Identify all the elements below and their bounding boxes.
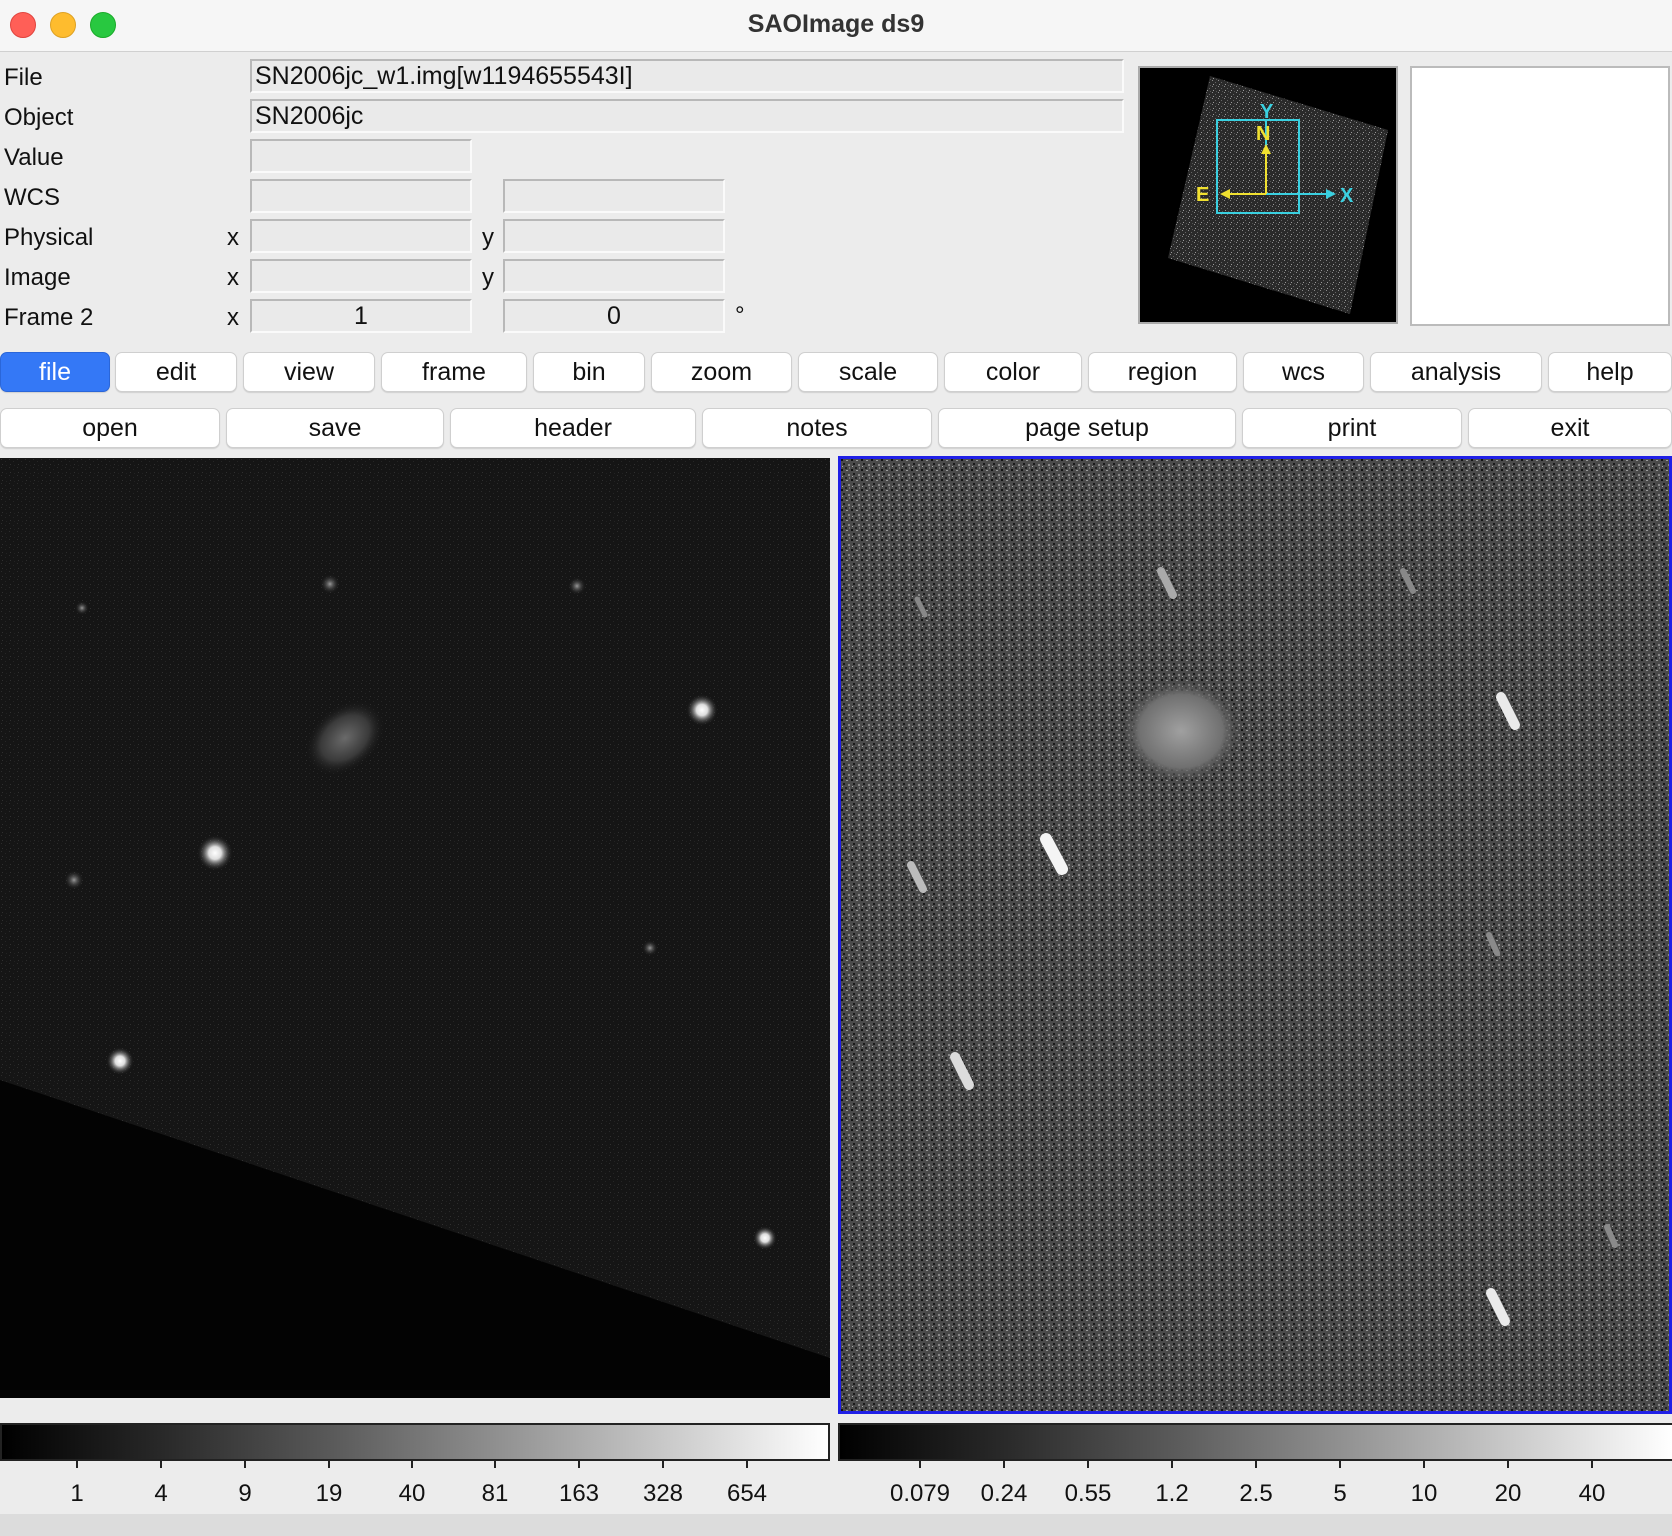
physical-x-axis-label: x [227,224,239,251]
colorbar-frame-2[interactable] [838,1423,1672,1461]
panner-north-label: N [1256,123,1270,145]
menu-edit-button[interactable]: edit [115,352,237,392]
colorbar-1-tick-label: 19 [315,1480,343,1507]
colorbar-1-tick-label: 81 [481,1480,509,1507]
menu-wcs-button[interactable]: wcs [1243,352,1364,392]
physical-y-field [503,219,725,253]
window-title: SAOImage ds9 [747,10,925,38]
frame-1-image [0,458,830,1398]
colorbar-2-tick-label: 40 [1578,1480,1606,1507]
image-frame-2[interactable] [838,456,1672,1414]
panner-thumbnail: Y N E X [1168,76,1388,314]
frame-x-axis-label: x [227,304,239,331]
menu-frame-button[interactable]: frame [381,352,527,392]
physical-x-field [250,219,472,253]
physical-y-axis-label: y [482,224,494,251]
panner-y-label: Y [1260,101,1274,123]
colorbar-1-tick-label: 4 [154,1480,168,1507]
notes-button[interactable]: notes [702,408,932,448]
colorbar-2-tick-label: 0.55 [1064,1480,1112,1507]
file-label: File [4,64,43,91]
object-label: Object [4,104,74,131]
image-x-field [250,259,472,293]
colorbar-1-tick-label: 9 [238,1480,252,1507]
file-field: SN2006jc_w1.img[w1194655543I] [250,59,1124,93]
frame-zoom-field: 1 [250,299,472,333]
exit-button[interactable]: exit [1468,408,1672,448]
frame-label: Frame 2 [4,304,94,331]
open-button[interactable]: open [0,408,220,448]
menu-view-button[interactable]: view [243,352,375,392]
value-label: Value [4,144,64,171]
colorbar-1-tick-label: 163 [558,1480,600,1507]
save-button[interactable]: save [226,408,444,448]
panner-x-label: X [1340,185,1354,207]
physical-label: Physical [4,224,94,251]
colorbar-2-tick-label: 20 [1494,1480,1522,1507]
colorbar-frame-1[interactable] [0,1423,830,1461]
menu-file-button[interactable]: file [0,352,110,392]
value-field [250,139,472,173]
object-field: SN2006jc [250,99,1124,133]
frame-angle-field: 0 [503,299,725,333]
menu-region-button[interactable]: region [1088,352,1237,392]
colorbar-2-tick-label: 10 [1410,1480,1438,1507]
panner-east-label: E [1196,184,1209,206]
galaxy-feature-stretched [1121,679,1241,783]
menu-bin-button[interactable]: bin [533,352,645,392]
header-button[interactable]: header [450,408,696,448]
menu-scale-button[interactable]: scale [798,352,938,392]
menu-help-button[interactable]: help [1548,352,1672,392]
menu-analysis-button[interactable]: analysis [1370,352,1542,392]
degree-symbol: ° [735,302,745,329]
panner[interactable]: Y N E X [1138,66,1398,324]
colorbar-2-tick-label: 2.5 [1239,1480,1273,1507]
wcs-x-field [250,179,472,213]
colorbar-2-tick-label: 0.24 [980,1480,1028,1507]
colorbar-2-tick-label: 5 [1333,1480,1347,1507]
menu-zoom-button[interactable]: zoom [651,352,792,392]
colorbar-2-tick-label: 1.2 [1155,1480,1189,1507]
print-button[interactable]: print [1242,408,1462,448]
colorbar-1-tick-label: 328 [642,1480,684,1507]
colorbar-1-tick-label: 1 [70,1480,84,1507]
magnifier [1410,66,1670,326]
title-bar: SAOImage ds9 [0,0,1672,52]
image-frame-1[interactable] [0,458,830,1398]
menu-color-button[interactable]: color [944,352,1082,392]
colorbar-1-tick-label: 654 [726,1480,768,1507]
colorbar-2-tick-label: 0.079 [889,1480,951,1507]
page-setup-button[interactable]: page setup [938,408,1236,448]
image-label: Image [4,264,71,291]
image-x-axis-label: x [227,264,239,291]
image-y-field [503,259,725,293]
frame-2-image [841,459,1669,1411]
colorbar-1-tick-label: 40 [398,1480,426,1507]
image-y-axis-label: y [482,264,494,291]
wcs-label: WCS [4,184,60,211]
bottom-strip [0,1514,1672,1536]
wcs-y-field [503,179,725,213]
